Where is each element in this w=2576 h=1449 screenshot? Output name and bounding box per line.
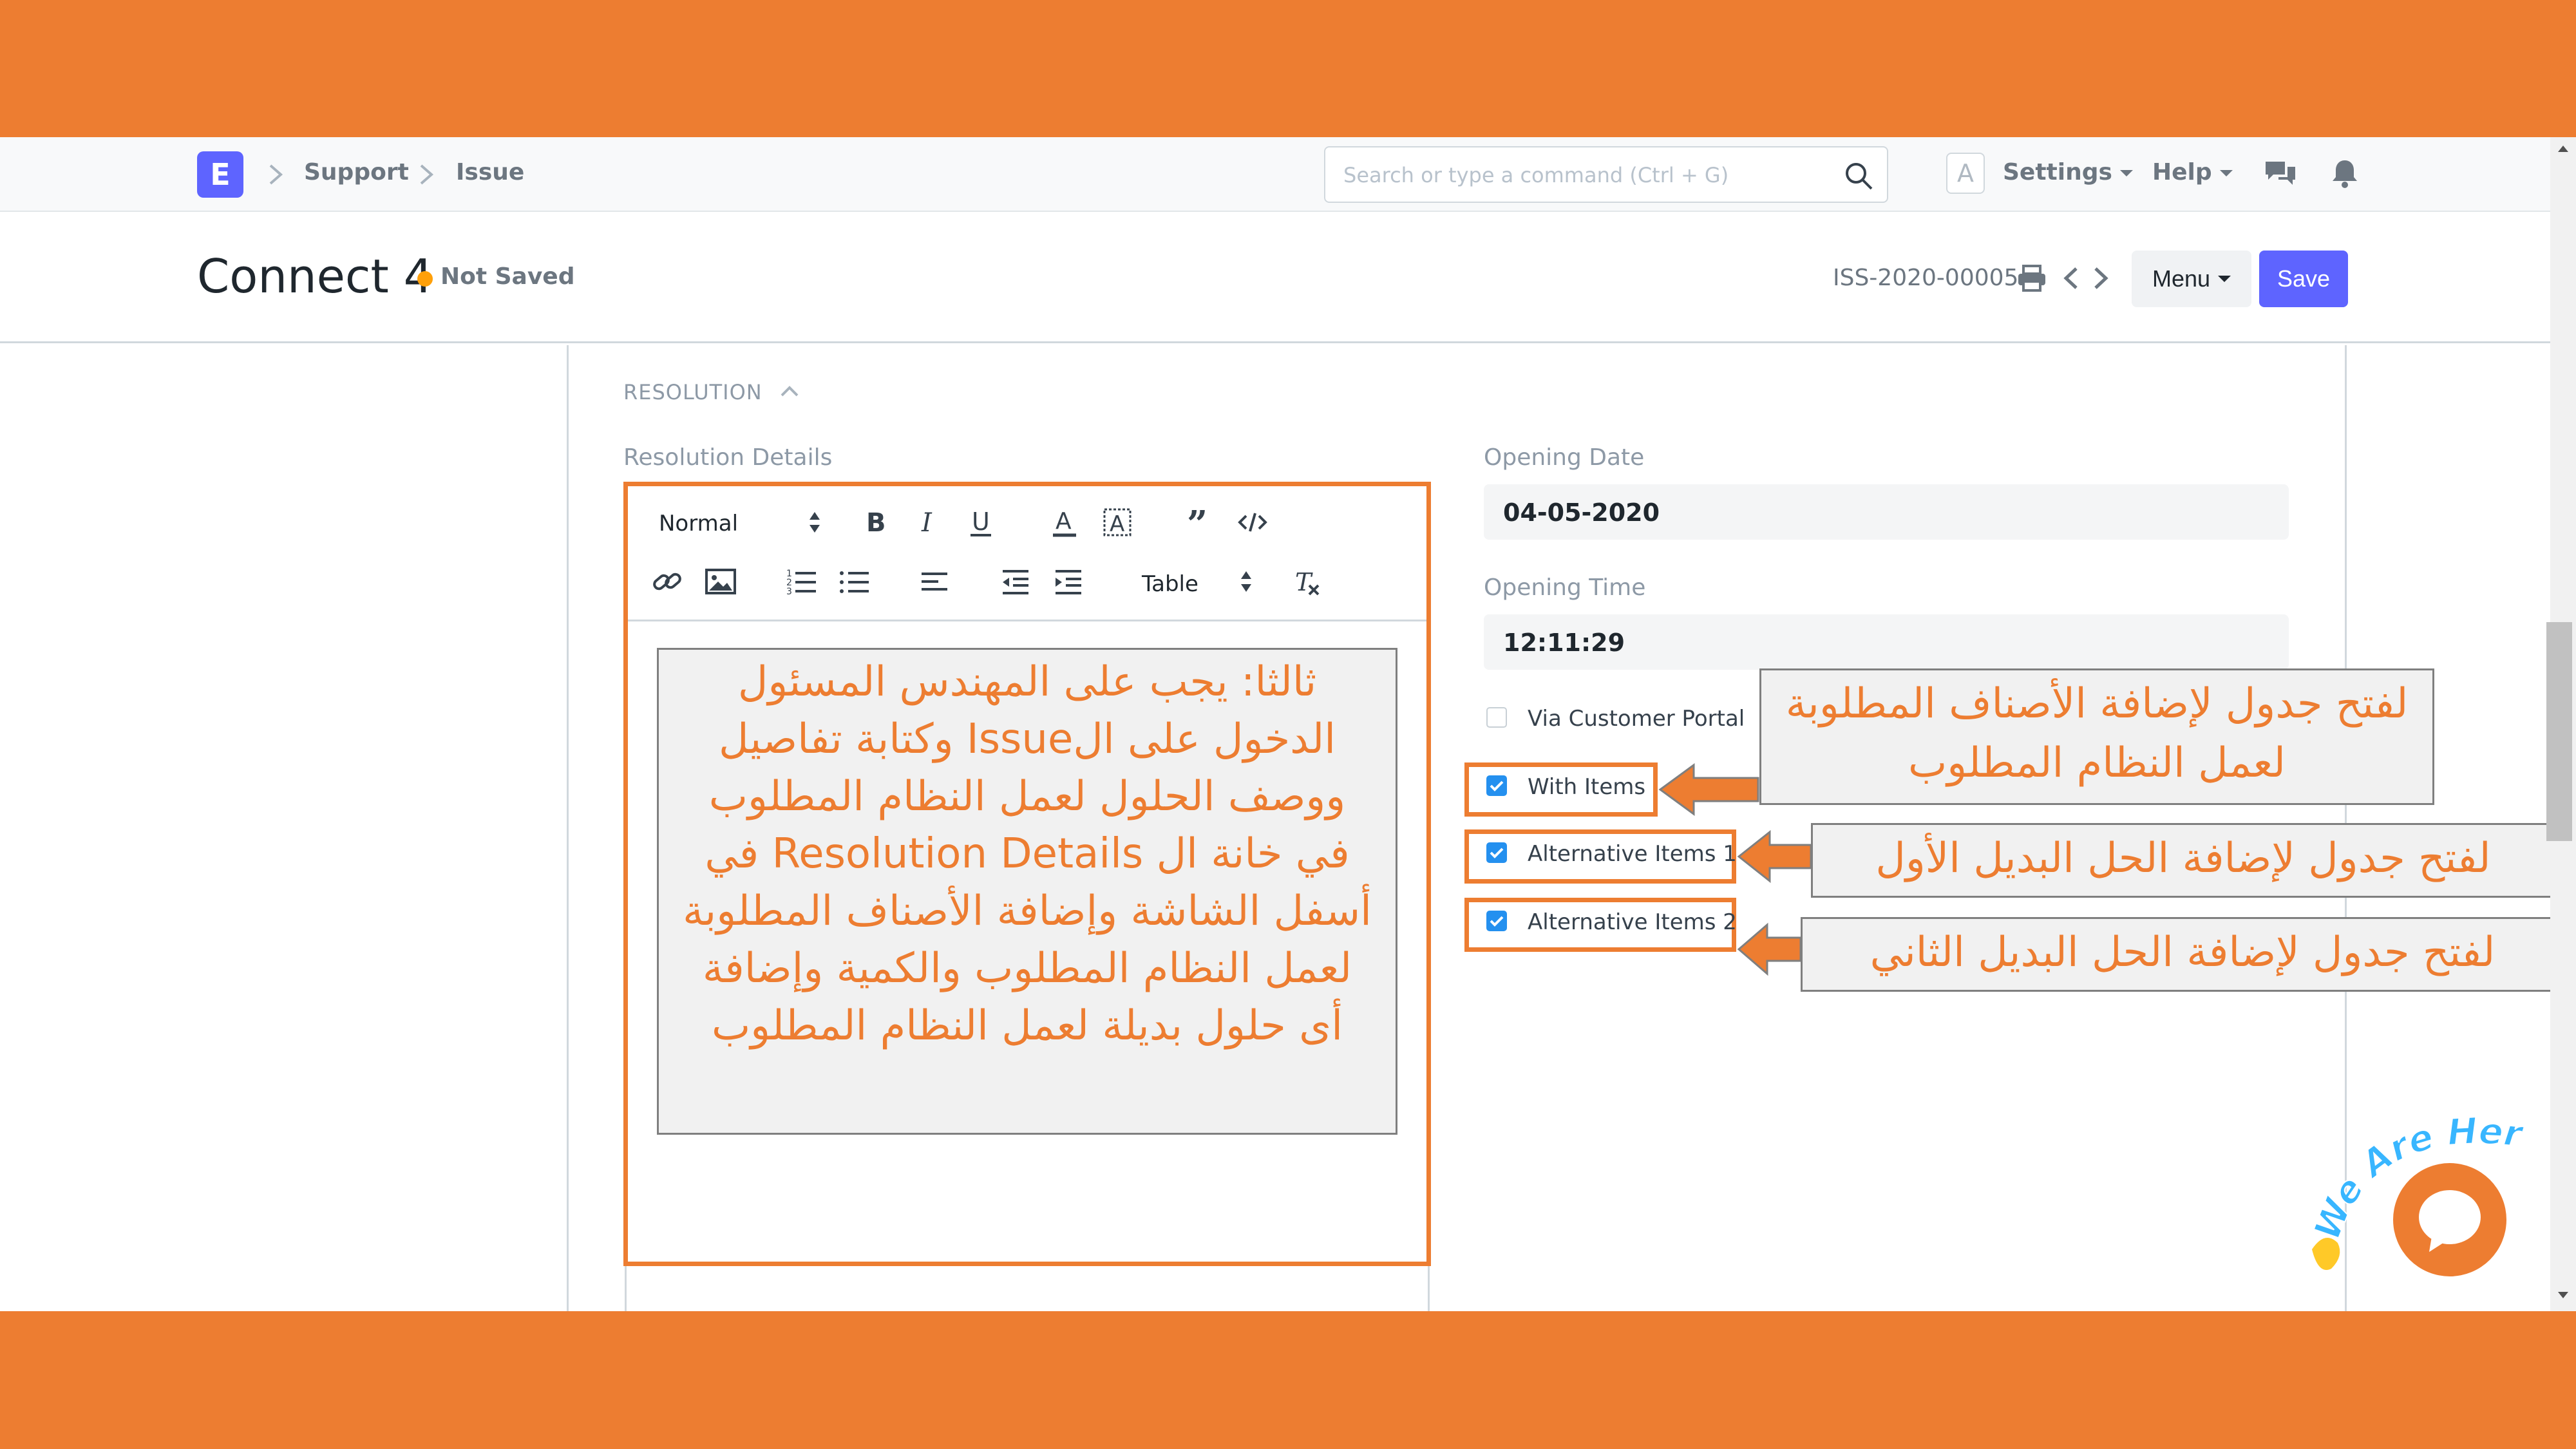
chevron-right-icon bbox=[267, 156, 285, 193]
page-head: Connect 4 Not Saved ISS-2020-00005 Menu … bbox=[0, 213, 2576, 343]
via-customer-portal-checkbox[interactable] bbox=[1486, 707, 1507, 728]
caret-down-icon bbox=[2119, 170, 2133, 176]
status-badge: Not Saved bbox=[440, 263, 575, 290]
settings-label: Settings bbox=[2003, 159, 2112, 185]
chat-launcher-button[interactable] bbox=[2393, 1163, 2506, 1276]
app-logo[interactable]: E bbox=[197, 151, 243, 198]
page-title: Connect 4 bbox=[197, 249, 433, 303]
caret-down-icon bbox=[2219, 170, 2233, 176]
alternative-items-2-checkbox[interactable] bbox=[1486, 911, 1507, 931]
document-id: ISS-2020-00005 bbox=[1833, 265, 2019, 291]
opening-date-field[interactable]: 04-05-2020 bbox=[1484, 484, 2289, 540]
arrow-left-icon bbox=[1658, 763, 1759, 816]
avatar[interactable]: A bbox=[1946, 153, 1985, 194]
bottom-orange-band bbox=[0, 1311, 2576, 1449]
help-dropdown[interactable]: Help bbox=[2152, 159, 2233, 185]
help-label: Help bbox=[2152, 159, 2212, 185]
chevron-left-icon[interactable] bbox=[2056, 262, 2088, 294]
search-input[interactable]: Search or type a command (Ctrl + G) bbox=[1324, 146, 1888, 203]
arrow-left-icon bbox=[1737, 922, 1802, 976]
navbar: E Support Issue Search or type a command… bbox=[0, 137, 2576, 212]
instruction-callout: ثالثا: يجب على المهندس المسئول الدخول عل… bbox=[657, 648, 1397, 1135]
chevron-right-icon[interactable] bbox=[2084, 262, 2116, 294]
scroll-down-icon[interactable] bbox=[2555, 1287, 2571, 1302]
breadcrumb-support[interactable]: Support bbox=[304, 159, 409, 185]
via-customer-portal-label: Via Customer Portal bbox=[1528, 706, 1745, 732]
menu-button[interactable]: Menu bbox=[2132, 251, 2251, 307]
search-icon[interactable] bbox=[1842, 159, 1875, 193]
alternative-items-1-checkbox[interactable] bbox=[1486, 842, 1507, 863]
bell-icon[interactable] bbox=[2327, 156, 2362, 191]
print-icon[interactable] bbox=[2016, 262, 2048, 294]
resolution-details-label: Resolution Details bbox=[623, 444, 833, 471]
alt-items-2-callout: لفتح جدول لإضافة الحل البديل الثاني bbox=[1801, 917, 2564, 992]
arrow-left-icon bbox=[1737, 829, 1812, 884]
form-area: RESOLUTION Resolution Details Normal B I… bbox=[0, 345, 2564, 1314]
opening-time-field[interactable]: 12:11:29 bbox=[1484, 614, 2289, 670]
opening-date-label: Opening Date bbox=[1484, 444, 1645, 471]
section-title[interactable]: RESOLUTION bbox=[623, 380, 762, 404]
scroll-up-icon[interactable] bbox=[2555, 142, 2571, 157]
alternative-items-1-label: Alternative Items 1 bbox=[1528, 841, 1737, 867]
speech-bubble-icon bbox=[2419, 1190, 2481, 1252]
with-items-checkbox[interactable] bbox=[1486, 775, 1507, 796]
alt-items-1-callout: لفتح جدول لإضافة الحل البديل الأول bbox=[1811, 823, 2555, 898]
opening-time-label: Opening Time bbox=[1484, 574, 1646, 601]
alternative-items-2-label: Alternative Items 2 bbox=[1528, 909, 1737, 935]
status-dot bbox=[417, 271, 433, 287]
scrollbar-thumb[interactable] bbox=[2546, 622, 2572, 841]
search-placeholder: Search or type a command (Ctrl + G) bbox=[1343, 163, 1729, 187]
save-button[interactable]: Save bbox=[2259, 251, 2348, 307]
chevron-right-icon bbox=[417, 156, 435, 193]
with-items-label: With Items bbox=[1528, 774, 1646, 800]
chat-icon[interactable] bbox=[2263, 156, 2298, 191]
breadcrumb-issue[interactable]: Issue bbox=[456, 159, 524, 185]
top-orange-band bbox=[0, 0, 2576, 137]
menu-label: Menu bbox=[2152, 265, 2211, 292]
with-items-callout: لفتح جدول لإضافة الأصناف المطلوبة لعمل ا… bbox=[1759, 668, 2434, 805]
caret-down-icon bbox=[2218, 276, 2231, 282]
chevron-up-icon[interactable] bbox=[777, 379, 802, 404]
settings-dropdown[interactable]: Settings bbox=[2003, 159, 2133, 185]
